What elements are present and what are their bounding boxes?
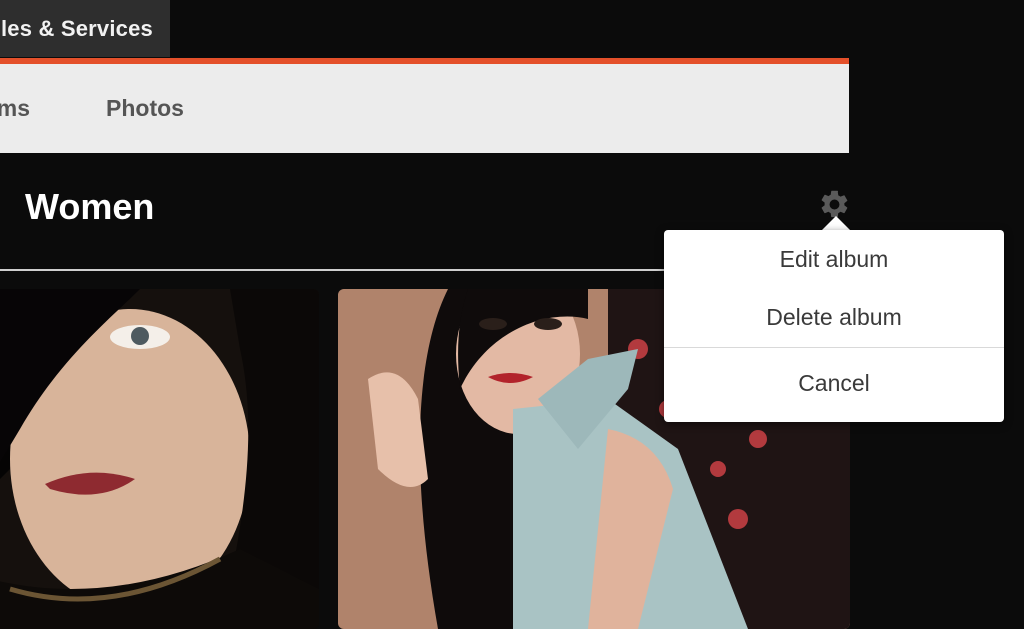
cancel-menu-item[interactable]: Cancel [664,370,1004,397]
portrait-photo-image [0,289,319,629]
album-title: Women [25,186,155,227]
top-nav-tab-services[interactable]: les & Services [0,0,170,57]
delete-album-menu-item[interactable]: Delete album [664,304,1004,331]
album-options-menu: Edit album Delete album Cancel [664,230,1004,422]
menu-separator [664,347,1004,348]
nav-tab-photos[interactable]: Photos [106,95,184,122]
photo-thumbnail[interactable] [0,289,319,629]
album-nav-bar: ms Photos [0,58,849,153]
dropdown-pointer [822,216,850,230]
nav-tab-albums[interactable]: ms [0,95,30,122]
edit-album-menu-item[interactable]: Edit album [664,246,1004,273]
top-nav-tab-label: les & Services [0,16,153,41]
